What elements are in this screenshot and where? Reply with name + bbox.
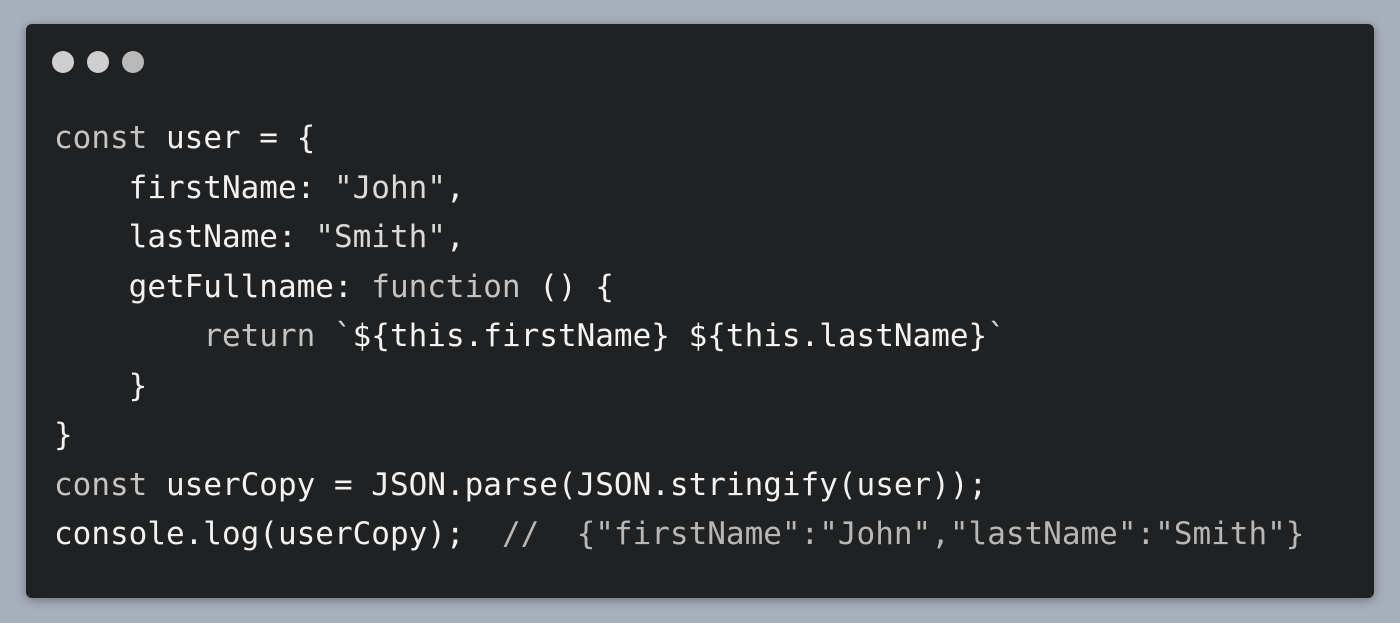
code-token: // {"firstName":"John","lastName":"Smith… [501, 516, 1305, 552]
minimize-dot-icon[interactable] [87, 51, 109, 73]
code-token: user = { [147, 120, 316, 156]
code-token: getFullname: [54, 268, 372, 305]
code-token: "John" [333, 169, 446, 206]
code-token: const [54, 120, 148, 156]
code-line: return `${this.firstName} ${this.lastNam… [54, 312, 1304, 362]
code-line: lastName: "Smith", [54, 213, 1304, 263]
code-token: return [203, 318, 316, 354]
code-line: const userCopy = JSON.parse(JSON.stringi… [54, 461, 1304, 511]
code-token: "Smith" [315, 219, 446, 255]
code-line: } [54, 362, 1304, 412]
code-token: console.log(userCopy); [54, 516, 502, 552]
code-block: const user = { firstName: "John", lastNa… [54, 114, 1304, 560]
code-token: function [371, 268, 521, 305]
maximize-dot-icon[interactable] [122, 51, 144, 73]
code-line: console.log(userCopy); // {"firstName":"… [54, 510, 1304, 560]
code-token: , [445, 219, 465, 255]
code-token: ` [987, 318, 1006, 354]
code-line: const user = { [54, 114, 1304, 164]
code-line: } [54, 411, 1304, 461]
code-token: ${this.firstName} ${this.lastName} [352, 318, 988, 354]
code-line: firstName: "John", [54, 164, 1304, 214]
code-window: const user = { firstName: "John", lastNa… [26, 24, 1374, 598]
code-token: userCopy = JSON.parse(JSON.stringify(use… [147, 466, 988, 503]
code-line: getFullname: function () { [54, 263, 1304, 313]
code-token: } [54, 417, 73, 453]
code-token: , [445, 169, 465, 206]
code-token: } [54, 367, 148, 404]
code-token: firstName: [54, 169, 334, 206]
code-token: ` [333, 318, 353, 354]
code-token: const [54, 466, 148, 503]
code-token: () { [520, 268, 614, 305]
code-token: lastName: [54, 219, 316, 255]
close-dot-icon[interactable] [52, 51, 74, 73]
